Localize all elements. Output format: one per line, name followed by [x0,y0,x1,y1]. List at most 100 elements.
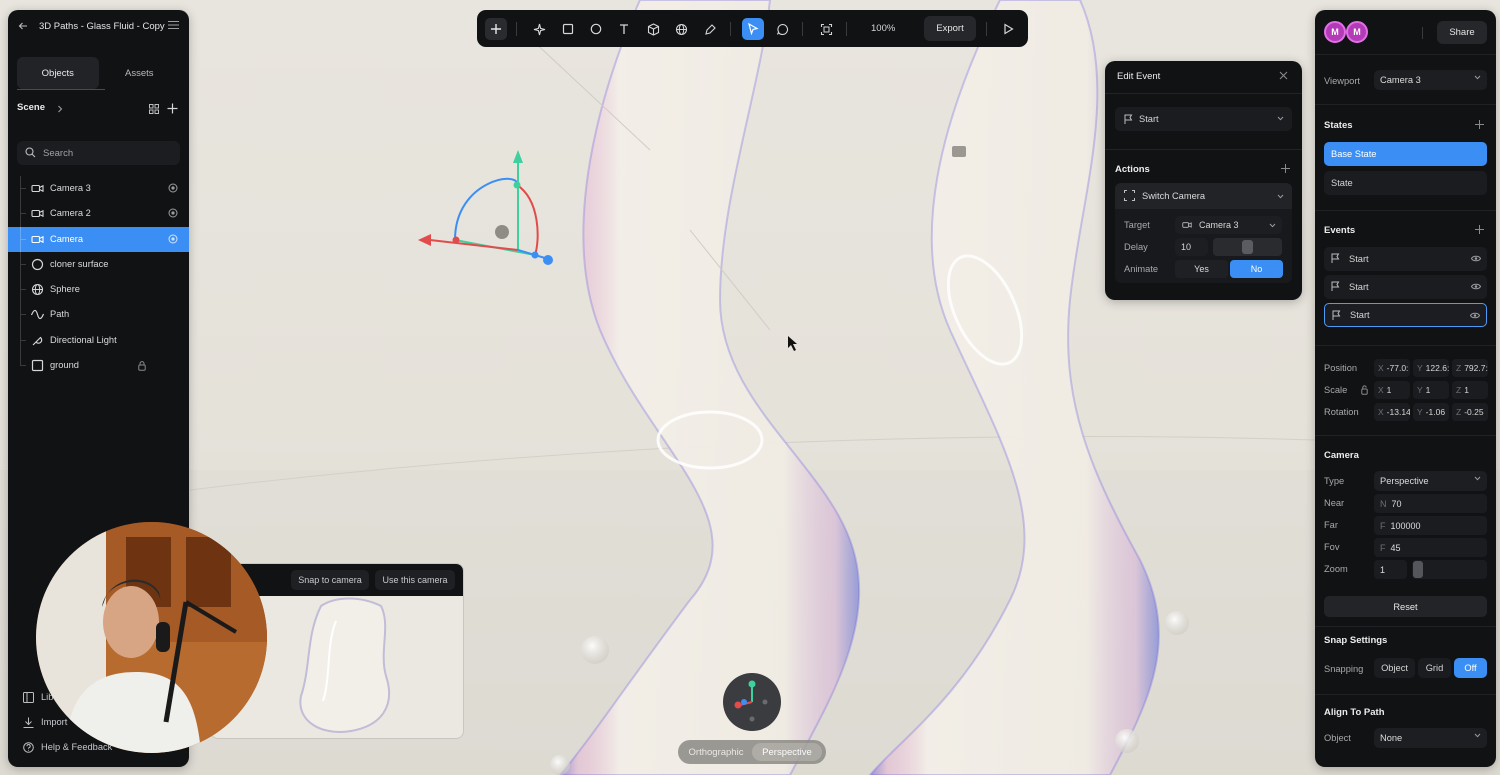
near-input[interactable]: N 70 [1374,494,1487,513]
snap-to-camera-button[interactable]: Snap to camera [291,570,369,590]
use-this-camera-button[interactable]: Use this camera [375,570,455,590]
position-x-input[interactable]: X -77.0: [1374,359,1410,377]
eye-icon[interactable] [1471,282,1481,291]
eye-icon[interactable] [1471,254,1481,263]
back-arrow-icon[interactable] [18,21,28,31]
add-event-icon[interactable] [1475,225,1484,234]
delay-input[interactable]: 10 [1175,238,1208,256]
align-object-select[interactable]: None [1374,728,1487,748]
pointer-icon [748,23,759,35]
rotation-y-input[interactable]: Y -1.06 [1413,403,1449,421]
action-select[interactable]: Switch Camera [1115,183,1292,209]
perspective-button[interactable]: Perspective [752,743,822,761]
position-x-value: -77.0: [1386,363,1409,373]
tree-item-path[interactable]: Path [8,302,189,328]
ai-tool-button[interactable] [528,18,550,40]
scene-label[interactable]: Scene [17,102,45,113]
search-input[interactable]: Search [17,141,180,165]
chevron-right-icon[interactable] [57,105,63,113]
far-input[interactable]: F 100000 [1374,516,1487,535]
snap-off-button[interactable]: Off [1454,658,1487,678]
tree-item-sphere[interactable]: Sphere [8,277,189,303]
select-tool-button[interactable] [742,18,764,40]
orthographic-button[interactable]: Orthographic [682,743,750,761]
lock-icon[interactable] [138,361,146,371]
avatar[interactable]: M [1324,21,1346,43]
menu-icon[interactable] [168,20,179,30]
import-label: Import [41,717,68,727]
tree-item-directional-light[interactable]: Directional Light [8,327,189,354]
eye-icon[interactable] [1470,311,1480,320]
share-button[interactable]: Share [1437,21,1487,44]
event-item[interactable]: Start [1324,247,1487,271]
snap-grid-button[interactable]: Grid [1418,658,1451,678]
target-icon[interactable] [168,208,178,218]
rectangle-tool-button[interactable] [557,18,579,40]
tab-objects[interactable]: Objects [17,57,99,89]
state-base[interactable]: Base State [1324,142,1487,166]
delay-label: Delay [1124,242,1148,252]
viewport-select[interactable]: Camera 3 [1374,70,1487,90]
frame-tool-button[interactable] [815,18,837,40]
snap-object-button[interactable]: Object [1374,658,1415,678]
close-icon[interactable] [1279,71,1288,80]
transform-gizmo[interactable] [418,150,553,265]
play-button[interactable] [997,18,1019,40]
grid-view-icon[interactable] [149,104,159,114]
rotation-x-input[interactable]: X -13.14 [1374,403,1410,421]
state-item[interactable]: State [1324,171,1487,195]
fov-input[interactable]: F 45 [1374,538,1487,557]
target-icon[interactable] [168,183,178,193]
scale-y-input[interactable]: Y1 [1413,381,1449,399]
file-title[interactable]: 3D Paths - Glass Fluid - Copy [39,21,165,32]
avatar[interactable]: M [1346,21,1368,43]
event-item-selected[interactable]: Start [1324,303,1487,327]
add-button[interactable] [485,18,507,40]
far-value: 100000 [1390,520,1421,531]
event-item[interactable]: Start [1324,275,1487,299]
zoom-slider-thumb[interactable] [1413,561,1423,578]
cube-tool-button[interactable] [642,18,664,40]
sphere-tool-button[interactable] [670,18,692,40]
scale-x-value: 1 [1386,385,1392,395]
link-proportions-icon[interactable] [1361,385,1368,395]
add-state-icon[interactable] [1475,120,1484,129]
circle-icon [31,258,44,271]
tree-item-camera-3[interactable]: Camera 3 [8,176,189,202]
tree-item-cloner-surface[interactable]: cloner surface [8,251,189,278]
add-action-icon[interactable] [1281,164,1290,173]
zoom-level[interactable]: 100% [871,23,895,34]
comment-tool-button[interactable] [771,18,793,40]
tab-assets[interactable]: Assets [99,57,181,89]
scale-z-input[interactable]: Z1 [1452,381,1488,399]
add-object-icon[interactable] [167,103,178,114]
camera-type-select[interactable]: Perspective [1374,471,1487,491]
animate-no-button[interactable]: No [1230,260,1283,278]
target-select[interactable]: Camera 3 [1175,216,1282,234]
zoom-slider[interactable] [1412,560,1487,579]
events-heading: Events [1324,225,1356,236]
tree-item-ground[interactable]: ground [8,353,189,378]
ellipse-tool-button[interactable] [585,18,607,40]
target-icon[interactable] [168,234,178,244]
orientation-gizmo[interactable] [723,673,781,731]
zoom-input[interactable]: 1 [1374,560,1407,579]
delay-slider[interactable] [1213,238,1282,256]
scale-x-input[interactable]: X1 [1374,381,1410,399]
text-tool-button[interactable] [613,18,635,40]
rotation-z-input[interactable]: Z -0.25 [1452,403,1488,421]
tree-item-camera[interactable]: Camera [8,226,189,252]
delay-slider-thumb[interactable] [1242,240,1253,254]
scale-z-value: 1 [1464,385,1469,395]
tree-item-camera-2[interactable]: Camera 2 [8,201,189,227]
panel-header: 3D Paths - Glass Fluid - Copy [8,10,189,42]
tree-item-label: Path [50,309,70,320]
pen-tool-button[interactable] [699,18,721,40]
reset-camera-button[interactable]: Reset [1324,596,1487,617]
position-z-input[interactable]: Z 792.7: [1452,359,1488,377]
event-trigger-select[interactable]: Start [1115,107,1292,131]
animate-yes-button[interactable]: Yes [1175,260,1228,278]
position-y-input[interactable]: Y 122.6: [1413,359,1449,377]
export-button[interactable]: Export [924,16,976,41]
chevron-down-icon [1474,476,1481,481]
